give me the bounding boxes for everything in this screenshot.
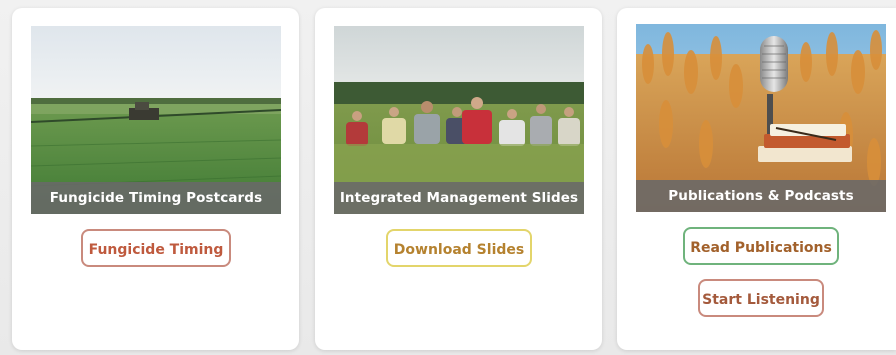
publications-podcasts-card: Publications & Podcasts Read Publication… [617, 8, 896, 350]
read-publications-button[interactable]: Read Publications [683, 227, 839, 265]
fungicide-card: Fungicide Timing Postcards Fungicide Tim… [12, 8, 299, 350]
fungicide-image: Fungicide Timing Postcards [31, 26, 281, 214]
card-caption: Publications & Podcasts [636, 180, 886, 212]
fungicide-timing-button[interactable]: Fungicide Timing [81, 229, 231, 267]
card-caption: Integrated Management Slides [334, 182, 584, 214]
resources-page: Fungicide Timing Postcards Fungicide Tim… [0, 0, 896, 355]
start-listening-button[interactable]: Start Listening [698, 279, 824, 317]
management-slides-card: Integrated Management Slides Download Sl… [315, 8, 602, 350]
download-slides-button[interactable]: Download Slides [386, 229, 532, 267]
publications-image: Publications & Podcasts [636, 24, 886, 212]
card-caption: Fungicide Timing Postcards [31, 182, 281, 214]
slides-image: Integrated Management Slides [334, 26, 584, 214]
